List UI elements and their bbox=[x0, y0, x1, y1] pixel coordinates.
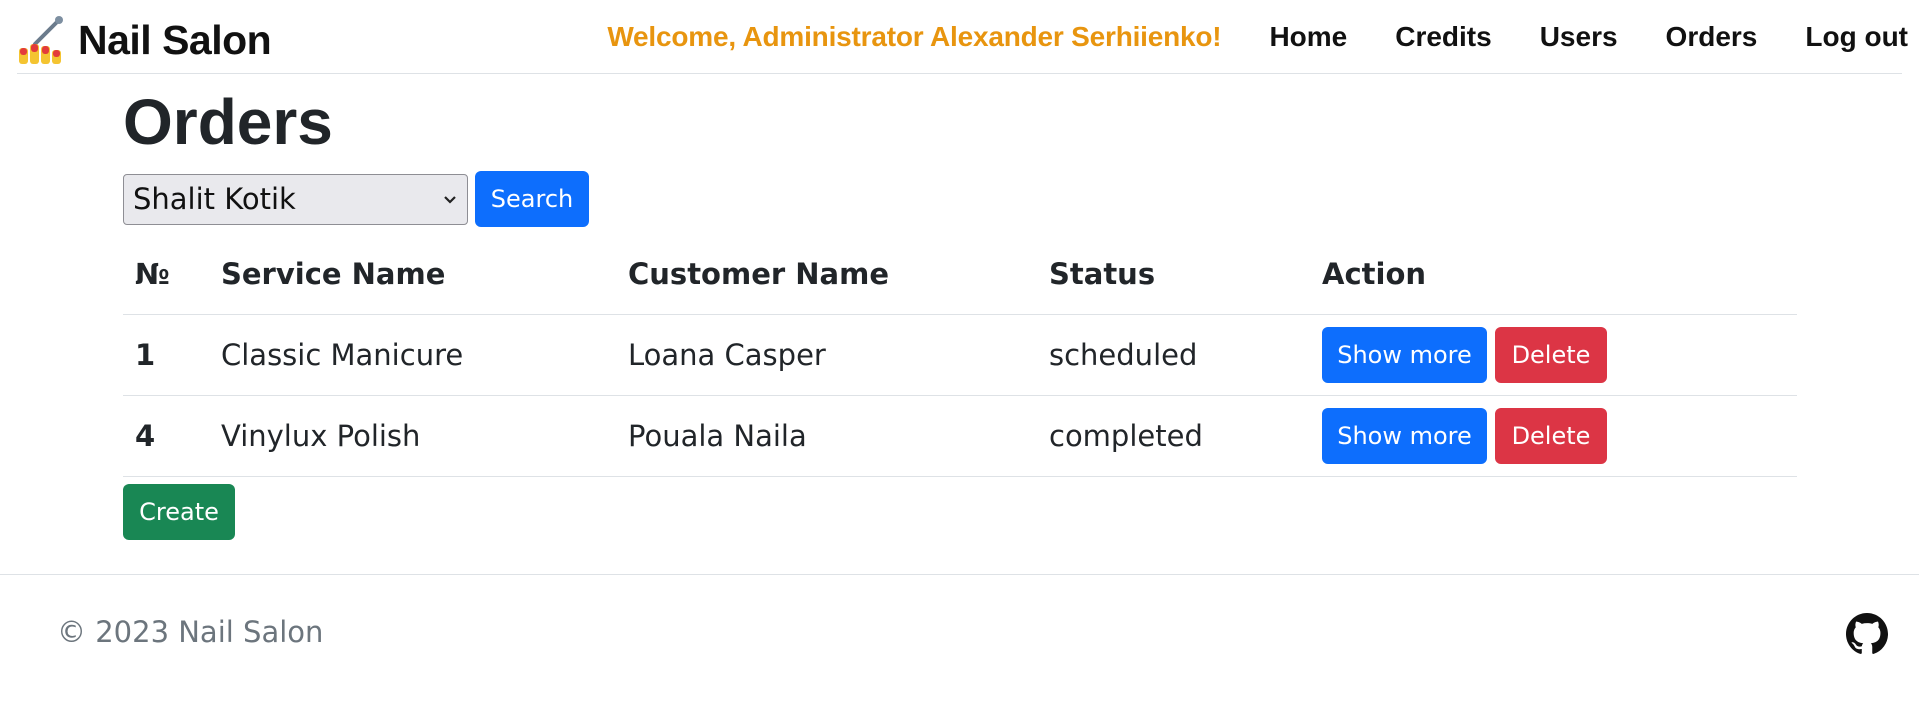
action-cell: Show more Delete bbox=[1310, 395, 1797, 477]
order-status: completed bbox=[1037, 395, 1310, 477]
brand[interactable]: Nail Salon bbox=[17, 14, 272, 66]
customer-select-value: Shalit Kotik bbox=[133, 182, 296, 216]
show-more-button[interactable]: Show more bbox=[1322, 408, 1487, 464]
header-service-name: Service Name bbox=[209, 234, 616, 315]
create-button[interactable]: Create bbox=[123, 484, 235, 540]
order-number: 1 bbox=[123, 314, 209, 396]
search-button[interactable]: Search bbox=[475, 171, 589, 227]
footer: © 2023 Nail Salon bbox=[0, 574, 1919, 720]
nav-logout[interactable]: Log out bbox=[1781, 21, 1908, 53]
navbar: Nail Salon Welcome, Administrator Alexan… bbox=[17, 0, 1908, 74]
chevron-down-icon bbox=[443, 189, 457, 210]
order-number: 4 bbox=[123, 395, 209, 477]
page-title: Orders bbox=[123, 86, 333, 158]
show-more-button[interactable]: Show more bbox=[1322, 327, 1487, 383]
welcome-message: Welcome, Administrator Alexander Serhiie… bbox=[607, 21, 1222, 52]
nav-menu: Welcome, Administrator Alexander Serhiie… bbox=[607, 0, 1908, 74]
copyright-text: © 2023 Nail Salon bbox=[57, 615, 324, 649]
header-number: № bbox=[123, 234, 209, 315]
main-content: Orders Shalit Kotik Search № Service Nam… bbox=[123, 74, 1797, 540]
header-action: Action bbox=[1310, 234, 1797, 315]
table-row: 4 Vinylux Polish Pouala Naila completed … bbox=[123, 395, 1797, 477]
service-name: Classic Manicure bbox=[209, 314, 616, 396]
nav-home[interactable]: Home bbox=[1245, 21, 1371, 53]
action-cell: Show more Delete bbox=[1310, 314, 1797, 396]
customer-name: Pouala Naila bbox=[616, 395, 1037, 477]
order-status: scheduled bbox=[1037, 314, 1310, 396]
customer-select[interactable]: Shalit Kotik bbox=[123, 173, 468, 225]
service-name: Vinylux Polish bbox=[209, 395, 616, 477]
table-header-row: № Service Name Customer Name Status Acti… bbox=[123, 234, 1797, 315]
github-icon[interactable] bbox=[1846, 613, 1888, 655]
delete-button[interactable]: Delete bbox=[1495, 327, 1607, 383]
nav-orders[interactable]: Orders bbox=[1642, 21, 1782, 53]
search-form: Shalit Kotik Search bbox=[123, 171, 589, 227]
delete-button[interactable]: Delete bbox=[1495, 408, 1607, 464]
nav-users[interactable]: Users bbox=[1516, 21, 1642, 53]
customer-name: Loana Casper bbox=[616, 314, 1037, 396]
brand-name: Nail Salon bbox=[78, 16, 272, 63]
header-customer-name: Customer Name bbox=[616, 234, 1037, 315]
orders-table: № Service Name Customer Name Status Acti… bbox=[123, 234, 1797, 477]
header-status: Status bbox=[1037, 234, 1310, 315]
nail-polish-icon bbox=[19, 16, 63, 64]
table-row: 1 Classic Manicure Loana Casper schedule… bbox=[123, 314, 1797, 396]
nav-credits[interactable]: Credits bbox=[1371, 21, 1515, 53]
